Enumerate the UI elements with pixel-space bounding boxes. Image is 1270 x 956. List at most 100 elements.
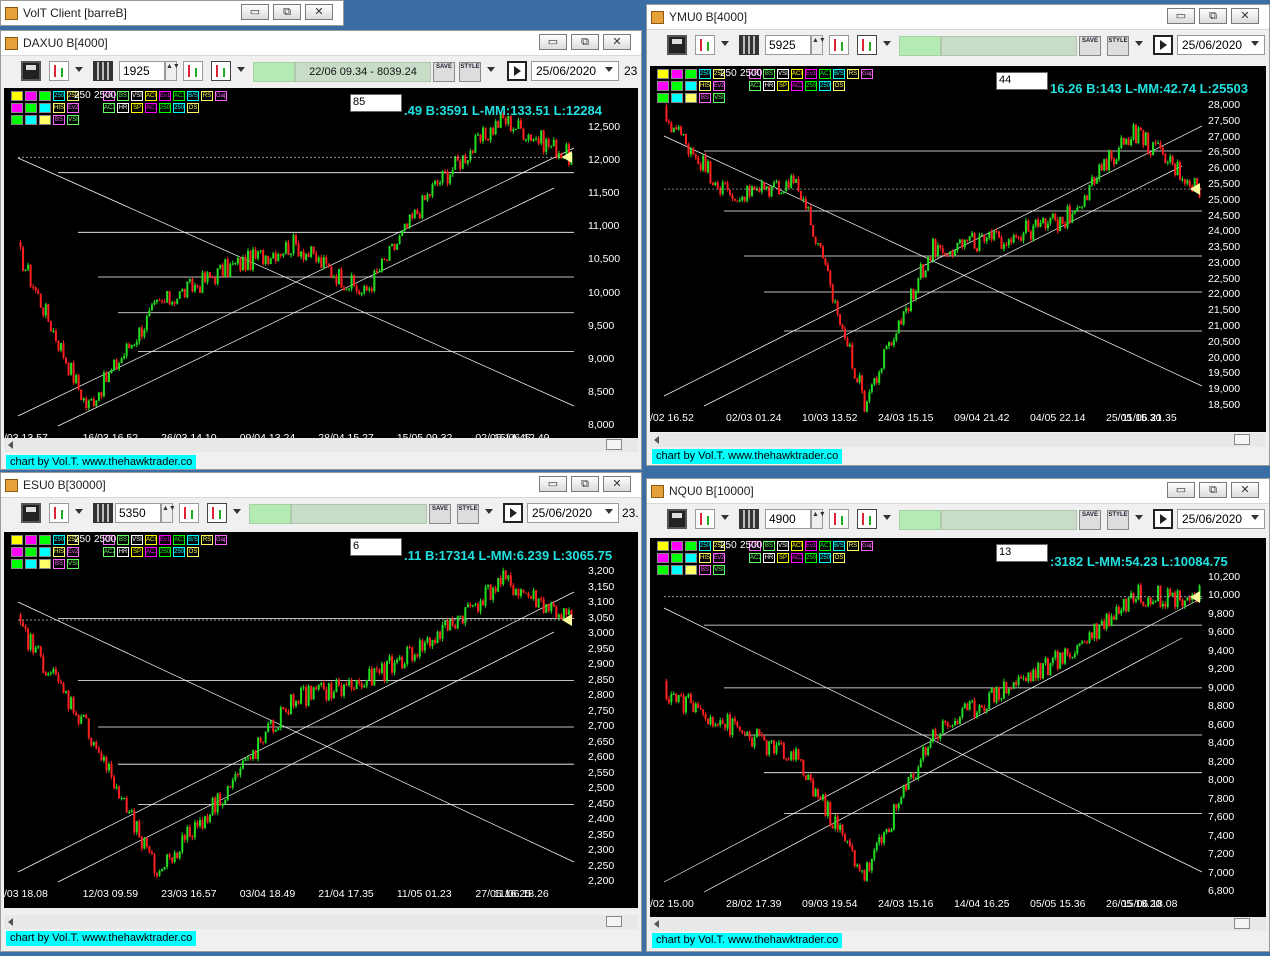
indicator-toggle-icon[interactable]: B/S bbox=[833, 69, 845, 79]
save-style-button[interactable]: SAVE bbox=[1079, 36, 1101, 56]
chevron-down-icon[interactable] bbox=[721, 41, 729, 46]
close-button[interactable]: ✕ bbox=[603, 34, 631, 50]
scroll-left-icon[interactable] bbox=[8, 918, 13, 926]
candle-type-icon[interactable] bbox=[695, 35, 715, 55]
indicator-toggle-icon[interactable] bbox=[39, 91, 51, 101]
restore-button[interactable]: ⧉ bbox=[1199, 482, 1227, 498]
indicator-toggle-icon[interactable] bbox=[671, 69, 683, 79]
indicator-toggle-icon[interactable]: SP bbox=[131, 103, 143, 113]
indicator-toggle-icon[interactable] bbox=[657, 69, 669, 79]
indicator-toggle-icon[interactable]: VSI bbox=[67, 559, 79, 569]
indicator-toggle-icon[interactable]: VSI bbox=[131, 535, 143, 545]
price-chart[interactable]: 2502500OSBSVSIACIEv1AC1B/SRSGapHISTEv2AC… bbox=[4, 532, 638, 908]
indicator-toggle-icon[interactable]: AC2 bbox=[749, 553, 761, 563]
style-button[interactable]: STYLE bbox=[457, 504, 479, 524]
indicator-toggle-icon[interactable]: Ev2 bbox=[713, 553, 725, 563]
indicator-toggle-icon[interactable]: 250 bbox=[699, 541, 711, 551]
indicator-toggle-icon[interactable]: 250 bbox=[159, 547, 171, 557]
chevron-down-icon[interactable] bbox=[1135, 515, 1143, 520]
scroll-thumb[interactable] bbox=[606, 916, 622, 927]
indicator-toggle-icon[interactable] bbox=[657, 81, 669, 91]
indicator-toggle-icon[interactable] bbox=[11, 115, 23, 125]
bar-count-stepper[interactable]: ▲▼ bbox=[165, 61, 180, 81]
style-button[interactable]: STYLE bbox=[1107, 510, 1129, 530]
minimize-button[interactable]: ▭ bbox=[539, 34, 567, 50]
play-icon[interactable] bbox=[1153, 35, 1173, 55]
indicator-toggle-icon[interactable]: HIST bbox=[53, 547, 65, 557]
indicator-toggle-icon[interactable]: Ev2 bbox=[67, 103, 79, 113]
indicator-toggle-icon[interactable] bbox=[671, 93, 683, 103]
indicator-toggle-icon[interactable] bbox=[657, 565, 669, 575]
bar-count-stepper[interactable]: ▲▼ bbox=[811, 35, 826, 55]
indicator-toggle-icon[interactable]: BS bbox=[699, 93, 711, 103]
indicator-toggle-icon[interactable]: HIST bbox=[699, 81, 711, 91]
save-icon[interactable] bbox=[667, 35, 687, 55]
indicator-toggle-icon[interactable] bbox=[671, 81, 683, 91]
indicator-toggle-icon[interactable] bbox=[685, 93, 697, 103]
close-button[interactable]: ✕ bbox=[305, 4, 333, 20]
parameter-input[interactable]: 6 bbox=[350, 538, 402, 556]
indicator-toggle-icon[interactable]: OS bbox=[833, 553, 845, 563]
indicator-toggle-icon[interactable]: 250 bbox=[805, 553, 817, 563]
indicator-toggle-icon[interactable]: 250 bbox=[53, 535, 65, 545]
close-button[interactable]: ✕ bbox=[603, 476, 631, 492]
indicator-toggle-icon[interactable]: HR bbox=[117, 103, 129, 113]
save-style-button[interactable]: SAVE bbox=[433, 62, 455, 82]
indicator-toggle-icon[interactable]: HIST bbox=[699, 553, 711, 563]
indicator-toggle-icon[interactable] bbox=[11, 559, 23, 569]
indicator-toggle-icon[interactable] bbox=[685, 541, 697, 551]
indicator-toggle-icon[interactable]: HR bbox=[117, 547, 129, 557]
bar-count-input[interactable]: 5925 bbox=[765, 35, 811, 55]
chevron-down-icon[interactable] bbox=[883, 41, 891, 46]
indicator-toggle-icon[interactable]: Ev2 bbox=[67, 547, 79, 557]
scroll-thumb[interactable] bbox=[1234, 918, 1250, 929]
indicator-icon[interactable] bbox=[829, 509, 849, 529]
indicator-toggle-icon[interactable]: VSI bbox=[777, 69, 789, 79]
indicator-toggle-icon[interactable]: VSI bbox=[67, 115, 79, 125]
indicator-toggle-icon[interactable]: RS bbox=[847, 541, 859, 551]
indicator-toggle-icon[interactable] bbox=[685, 565, 697, 575]
restore-button[interactable]: ⧉ bbox=[1199, 8, 1227, 24]
indicator-toggle-icon[interactable] bbox=[11, 547, 23, 557]
indicator-toggle-icon[interactable]: SP bbox=[777, 553, 789, 563]
scroll-left-icon[interactable] bbox=[8, 441, 13, 449]
indicator-toggle-icon[interactable]: 250 bbox=[53, 91, 65, 101]
indicator-toggle-icon[interactable]: B/S bbox=[187, 91, 199, 101]
indicator-toggle-icon[interactable]: Gap bbox=[861, 541, 873, 551]
indicator-toggle-icon[interactable]: BS bbox=[53, 115, 65, 125]
indicator-toggle-icon[interactable]: Ev2 bbox=[713, 81, 725, 91]
indicator-toggle-icon[interactable]: VSI bbox=[131, 91, 143, 101]
restore-button[interactable]: ⧉ bbox=[273, 4, 301, 20]
scroll-left-icon[interactable] bbox=[654, 920, 659, 928]
chevron-down-icon[interactable] bbox=[485, 509, 493, 514]
indicator-toggle-icon[interactable] bbox=[39, 115, 51, 125]
play-icon[interactable] bbox=[507, 61, 527, 81]
time-field[interactable]: 23 bbox=[624, 64, 637, 78]
indicator-toggle-icon[interactable]: 2500 bbox=[173, 547, 185, 557]
indicator-toggle-icon[interactable] bbox=[657, 541, 669, 551]
bar-count-stepper[interactable]: ▲▼ bbox=[161, 503, 176, 523]
horizontal-scrollbar[interactable] bbox=[650, 917, 1266, 931]
indicator-toggle-icon[interactable]: 250 bbox=[159, 103, 171, 113]
candle-type-icon[interactable] bbox=[49, 503, 69, 523]
indicator-toggle-icon[interactable]: AC2 bbox=[103, 547, 115, 557]
parameter-input[interactable]: 44 bbox=[996, 72, 1048, 90]
indicator-toggle-icon[interactable]: RS bbox=[847, 69, 859, 79]
indicator-toggle-icon[interactable] bbox=[25, 115, 37, 125]
indicator-toggle-icon[interactable]: HR bbox=[763, 81, 775, 91]
scroll-left-icon[interactable] bbox=[654, 436, 659, 444]
chevron-down-icon[interactable] bbox=[721, 515, 729, 520]
indicator-toggle-icon[interactable]: HR bbox=[763, 553, 775, 563]
indicator-toggle-icon[interactable] bbox=[25, 103, 37, 113]
indicator-toggle-icon[interactable]: Ev1 bbox=[805, 69, 817, 79]
chevron-down-icon[interactable] bbox=[1135, 41, 1143, 46]
indicator-toggle-icon[interactable] bbox=[657, 93, 669, 103]
indicator-toggle-icon[interactable]: Gap bbox=[215, 535, 227, 545]
indicator-toggle-icon[interactable]: BS bbox=[53, 559, 65, 569]
indicator-toggle-icon[interactable] bbox=[25, 91, 37, 101]
indicator-toggle-icon[interactable]: SP bbox=[777, 81, 789, 91]
save-style-button[interactable]: SAVE bbox=[1079, 510, 1101, 530]
horizontal-scrollbar[interactable] bbox=[4, 915, 638, 929]
indicator-toggle-icon[interactable]: BS bbox=[117, 535, 129, 545]
indicator-toggle-icon[interactable] bbox=[11, 103, 23, 113]
